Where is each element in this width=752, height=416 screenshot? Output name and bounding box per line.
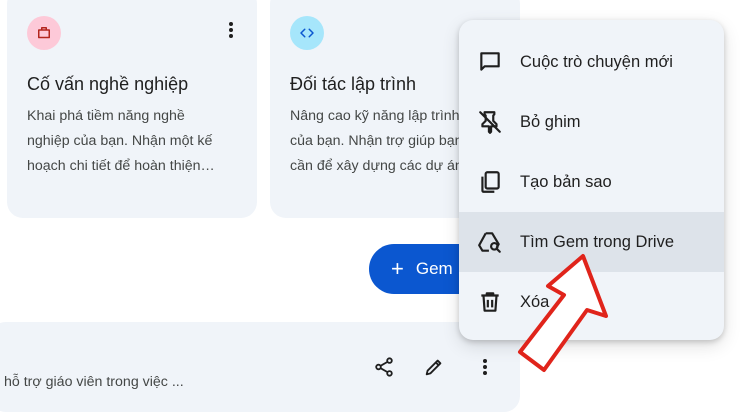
share-icon[interactable] bbox=[372, 355, 396, 379]
drive-search-icon bbox=[477, 229, 503, 255]
chat-bubble-icon bbox=[477, 49, 503, 75]
code-icon bbox=[290, 16, 324, 50]
gem-card-career[interactable]: Cố vấn nghề nghiệp Khai phá tiềm năng ng… bbox=[7, 0, 257, 218]
plus-icon: + bbox=[391, 256, 404, 281]
menu-item-delete[interactable]: Xóa bbox=[459, 272, 724, 332]
card-description: Nâng cao kỹ năng lập trình của bạn. Nhận… bbox=[290, 108, 463, 174]
trash-icon bbox=[477, 289, 503, 315]
new-gem-button-label: Gem bbox=[415, 259, 453, 278]
card-title: Cố vấn nghề nghiệp bbox=[27, 74, 189, 94]
more-vert-icon[interactable] bbox=[221, 18, 241, 42]
menu-item-unpin[interactable]: Bỏ ghim bbox=[459, 92, 724, 152]
menu-item-label: Bỏ ghim bbox=[520, 112, 581, 131]
card-description: hỗ trợ giáo viên trong việc ... bbox=[4, 374, 184, 390]
menu-item-label: Cuộc trò chuyện mới bbox=[520, 52, 673, 71]
menu-item-new-chat[interactable]: Cuộc trò chuyện mới bbox=[459, 32, 724, 92]
menu-item-duplicate[interactable]: Tạo bản sao bbox=[459, 152, 724, 212]
unpin-icon bbox=[477, 109, 503, 135]
menu-item-label: Tạo bản sao bbox=[520, 172, 612, 191]
more-vert-icon[interactable] bbox=[473, 355, 497, 379]
copy-icon bbox=[477, 169, 503, 195]
menu-item-find-in-drive[interactable]: Tìm Gem trong Drive bbox=[459, 212, 724, 272]
card-title: Đối tác lập trình bbox=[290, 74, 417, 94]
menu-item-label: Xóa bbox=[520, 292, 550, 311]
gem-context-menu: Cuộc trò chuyện mới Bỏ ghim Tạo bản sao … bbox=[459, 20, 724, 340]
pencil-icon[interactable] bbox=[422, 355, 446, 379]
menu-item-label: Tìm Gem trong Drive bbox=[520, 232, 675, 251]
card-description: Khai phá tiềm năng nghề nghiệp của bạn. … bbox=[27, 108, 215, 174]
briefcase-icon bbox=[27, 16, 61, 50]
